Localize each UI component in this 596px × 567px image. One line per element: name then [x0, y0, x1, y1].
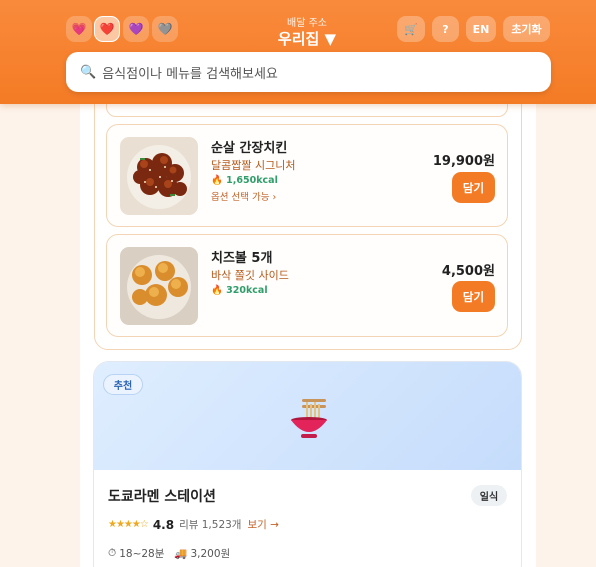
delivery-meta: ⏱ 18~28분 🚚 3,200원 [108, 546, 233, 561]
menu-item[interactable]: 치즈볼 5개 바삭 쫄깃 사이드 🔥 320kcal 4,500원 담기 [106, 234, 508, 337]
calorie-info: 🔥 320kcal [211, 285, 268, 296]
menu-item[interactable]: 순살 간장치킨 달콤짭짤 시그니처 🔥 1,650kcal 옵션 선택 가능 ›… [106, 124, 508, 227]
menu-item-name: 치즈볼 5개 [211, 251, 273, 266]
restaurant-card[interactable]: 추천 도쿄라멘 스테이션 일식 ★★★★☆ 4.8 리뷰 1,523개 보기 →… [93, 361, 522, 567]
search-input[interactable]: 음식점이나 메뉴를 검색해보세요 [102, 63, 278, 82]
calorie-info: 🔥 1,650kcal [211, 175, 278, 186]
option-link[interactable]: 옵션 선택 가능 › [211, 189, 276, 203]
menu-item-name: 순살 간장치킨 [211, 141, 288, 156]
fire-icon: 🔥 [211, 175, 223, 186]
calorie-value: 320kcal [226, 285, 268, 296]
rating-row: ★★★★☆ 4.8 리뷰 1,523개 보기 → [108, 517, 279, 532]
fire-icon: 🔥 [211, 285, 223, 296]
delivery-time: 18~28분 [119, 548, 165, 560]
add-to-cart-button[interactable]: 담기 [452, 172, 495, 203]
cheese-ball-photo [120, 247, 198, 325]
menu-item-price: 19,900원 [432, 154, 495, 169]
language-button[interactable]: EN [466, 16, 496, 42]
restaurant-banner: 추천 [94, 362, 521, 470]
restaurant-name: 도쿄라멘 스테이션 [108, 489, 216, 505]
recommended-badge: 추천 [103, 374, 143, 395]
help-button[interactable]: ? [432, 16, 459, 42]
app-header: 💗 ❤️ 💜 🩶 배달 주소 우리집 ▼ 🛒 ? EN 초기화 🔍 음식점이나 … [0, 0, 596, 104]
delivery-fee: 3,200원 [190, 548, 231, 560]
chicken-photo [120, 137, 198, 215]
search-icon: 🔍 [80, 64, 97, 80]
delivery-truck-icon: 🚚 [174, 548, 188, 560]
calorie-value: 1,650kcal [226, 175, 278, 186]
menu-item-description: 달콤짭짤 시그니처 [211, 159, 296, 172]
cart-icon: 🛒 [404, 22, 418, 36]
ramen-icon [288, 396, 330, 442]
menu-item-description: 바삭 쫄깃 사이드 [211, 269, 289, 282]
reset-button[interactable]: 초기화 [503, 16, 550, 42]
cart-button[interactable]: 🛒 [397, 16, 425, 42]
rating-value: 4.8 [152, 517, 175, 532]
menu-item-price: 4,500원 [441, 264, 495, 279]
add-to-cart-button[interactable]: 담기 [452, 281, 495, 312]
cuisine-badge: 일식 [471, 485, 507, 506]
clock-icon: ⏱ [108, 547, 117, 559]
star-rating-icon: ★★★★☆ [108, 519, 149, 530]
search-bar[interactable]: 🔍 음식점이나 메뉴를 검색해보세요 [66, 52, 551, 92]
view-reviews-link[interactable]: 보기 → [247, 517, 278, 532]
review-count: 리뷰 1,523개 [179, 519, 242, 531]
